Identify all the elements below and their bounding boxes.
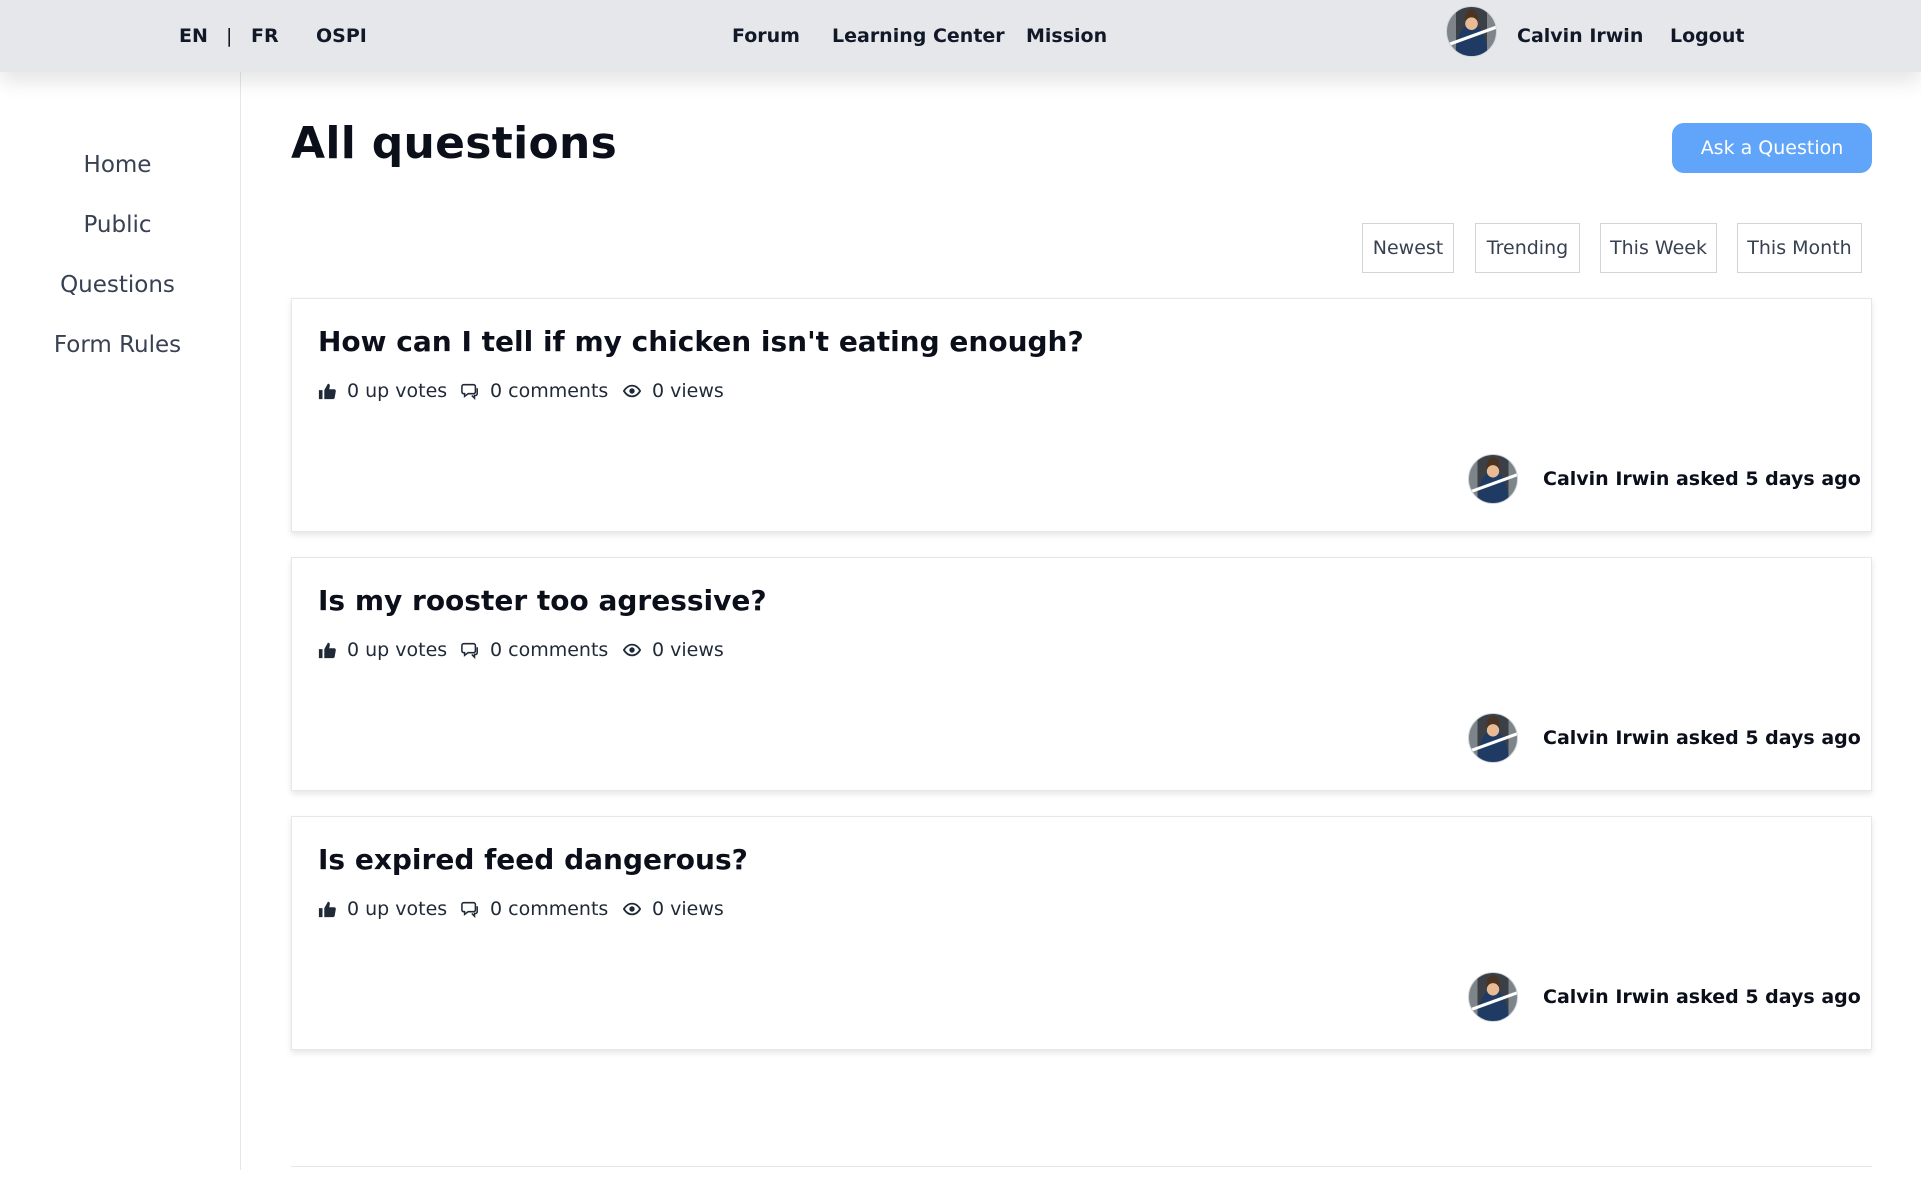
- comments-count: 0 comments: [490, 639, 609, 661]
- content-divider: [291, 1166, 1872, 1167]
- chat-bubbles-icon: [461, 901, 478, 918]
- language-separator: |: [226, 25, 233, 47]
- chat-bubbles-icon: [461, 383, 478, 400]
- chat-bubbles-icon: [461, 642, 478, 659]
- thumbs-up-icon: [318, 383, 336, 400]
- nav-mission[interactable]: Mission: [1026, 0, 1107, 72]
- ask-question-button[interactable]: Ask a Question: [1672, 123, 1872, 173]
- eye-icon: [623, 384, 641, 398]
- user-avatar[interactable]: [1446, 6, 1497, 57]
- upvote-count: 0 up votes: [347, 639, 448, 661]
- filter-newest-button[interactable]: Newest: [1362, 223, 1454, 273]
- upvote-count: 0 up votes: [347, 380, 448, 402]
- views-count: 0 views: [652, 898, 724, 920]
- upvote-count: 0 up votes: [347, 898, 448, 920]
- sidebar-item-home[interactable]: Home: [0, 152, 235, 178]
- question-title-link[interactable]: How can I tell if my chicken isn't eatin…: [318, 325, 1084, 358]
- question-card: Is expired feed dangerous? 0 up votes 0 …: [291, 816, 1872, 1050]
- comments-stat[interactable]: 0 comments: [461, 379, 608, 403]
- views-count: 0 views: [652, 380, 724, 402]
- thumbs-up-icon: [318, 901, 336, 918]
- filter-this-week-button[interactable]: This Week: [1600, 223, 1717, 273]
- author-name[interactable]: Calvin Irwin: [1543, 986, 1669, 1008]
- language-en-link[interactable]: EN: [179, 0, 208, 72]
- author-avatar[interactable]: [1468, 972, 1518, 1022]
- asked-by-text: Calvin Irwin asked 5 days ago: [1543, 727, 1861, 749]
- views-stat: 0 views: [623, 638, 724, 662]
- author-name[interactable]: Calvin Irwin: [1543, 468, 1669, 490]
- sidebar-item-form-rules[interactable]: Form Rules: [0, 332, 235, 358]
- nav-forum[interactable]: Forum: [732, 0, 800, 72]
- user-name-link[interactable]: Calvin Irwin: [1517, 0, 1643, 72]
- author-avatar[interactable]: [1468, 454, 1518, 504]
- asked-time: asked 5 days ago: [1669, 986, 1861, 1008]
- question-title-link[interactable]: Is my rooster too agressive?: [318, 584, 767, 617]
- question-card: How can I tell if my chicken isn't eatin…: [291, 298, 1872, 532]
- filter-trending-button[interactable]: Trending: [1475, 223, 1580, 273]
- comments-stat[interactable]: 0 comments: [461, 897, 608, 921]
- comments-count: 0 comments: [490, 380, 609, 402]
- views-count: 0 views: [652, 639, 724, 661]
- thumbs-up-icon: [318, 642, 336, 659]
- sidebar-item-public[interactable]: Public: [0, 212, 235, 238]
- author-name[interactable]: Calvin Irwin: [1543, 727, 1669, 749]
- upvote-stat[interactable]: 0 up votes: [318, 379, 447, 403]
- top-navigation-bar: EN | FR OSPI Forum Learning Center Missi…: [0, 0, 1921, 72]
- views-stat: 0 views: [623, 379, 724, 403]
- page-title: All questions: [291, 118, 618, 169]
- asked-by-text: Calvin Irwin asked 5 days ago: [1543, 986, 1861, 1008]
- upvote-stat[interactable]: 0 up votes: [318, 897, 447, 921]
- sidebar: Home Public Questions Form Rules: [0, 72, 241, 1170]
- brand-link[interactable]: OSPI: [316, 0, 367, 72]
- comments-stat[interactable]: 0 comments: [461, 638, 608, 662]
- question-card: Is my rooster too agressive? 0 up votes …: [291, 557, 1872, 791]
- views-stat: 0 views: [623, 897, 724, 921]
- upvote-stat[interactable]: 0 up votes: [318, 638, 447, 662]
- asked-time: asked 5 days ago: [1669, 727, 1861, 749]
- comments-count: 0 comments: [490, 898, 609, 920]
- eye-icon: [623, 643, 641, 657]
- logout-link[interactable]: Logout: [1670, 0, 1744, 72]
- nav-learning-center[interactable]: Learning Center: [832, 0, 1005, 72]
- sidebar-item-questions[interactable]: Questions: [0, 272, 235, 298]
- asked-time: asked 5 days ago: [1669, 468, 1861, 490]
- asked-by-text: Calvin Irwin asked 5 days ago: [1543, 468, 1861, 490]
- eye-icon: [623, 902, 641, 916]
- language-fr-link[interactable]: FR: [251, 0, 279, 72]
- filter-this-month-button[interactable]: This Month: [1737, 223, 1862, 273]
- author-avatar[interactable]: [1468, 713, 1518, 763]
- question-title-link[interactable]: Is expired feed dangerous?: [318, 843, 748, 876]
